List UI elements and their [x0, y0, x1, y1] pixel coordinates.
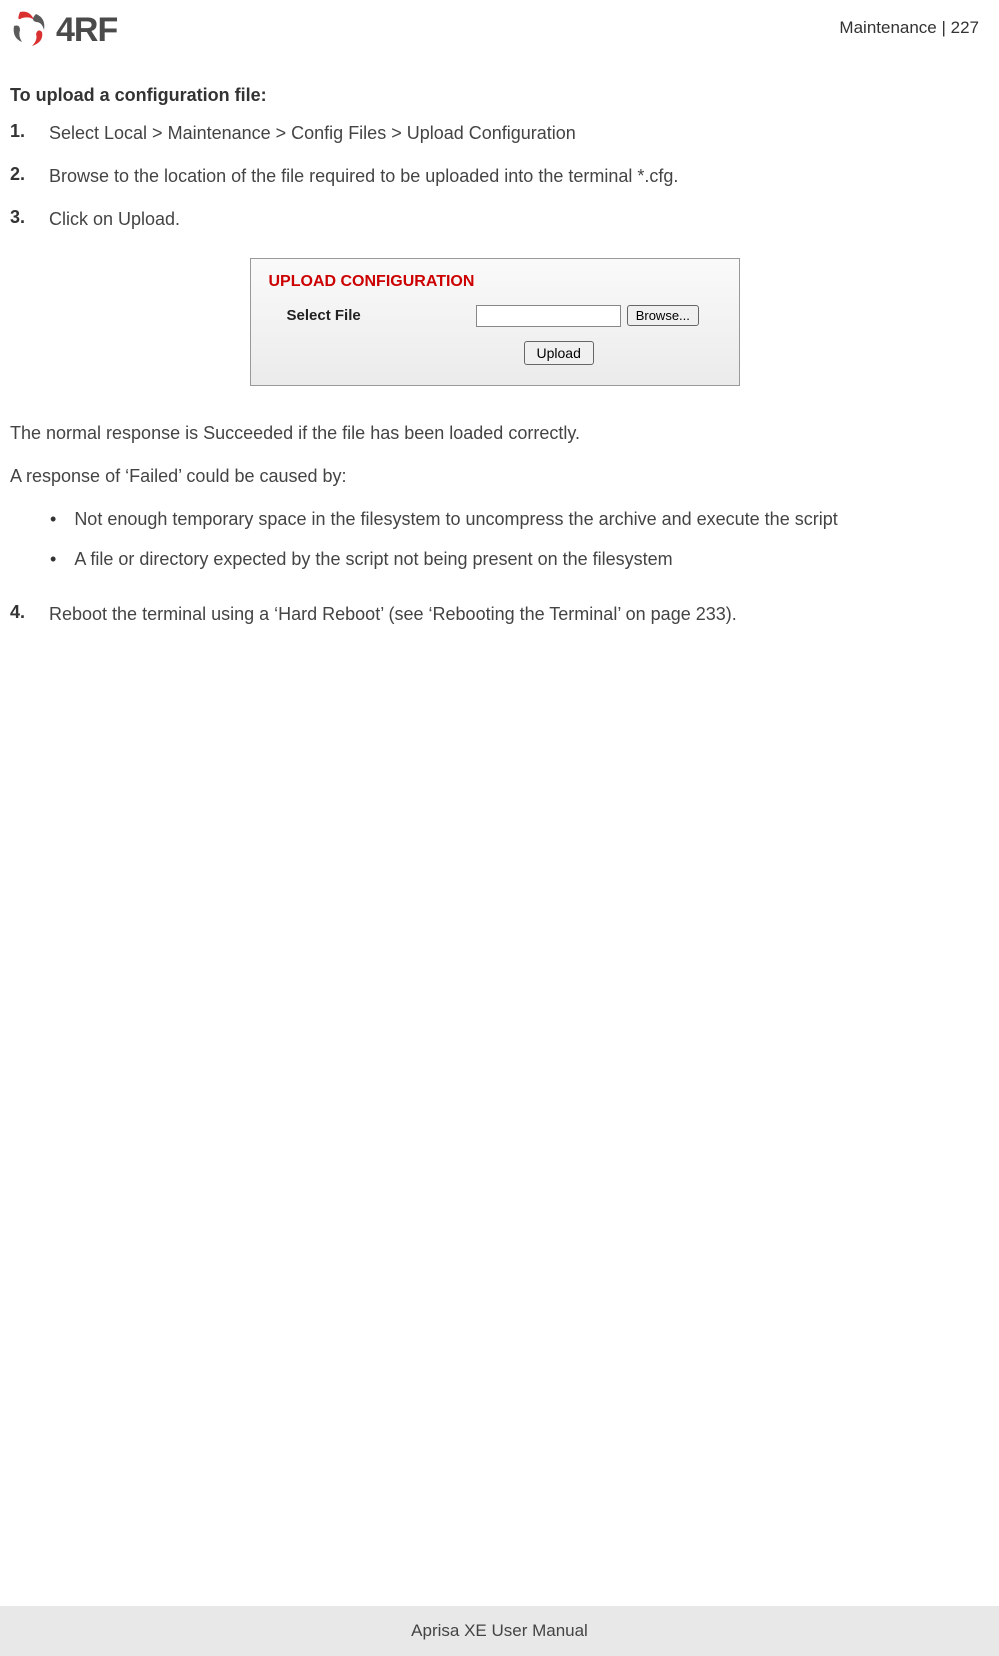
- brand-logo-text: 4RF: [56, 11, 117, 50]
- step-item: 3. Click on Upload.: [10, 207, 979, 232]
- section-title: To upload a configuration file:: [10, 85, 979, 106]
- bullet-text: A file or directory expected by the scri…: [74, 547, 672, 572]
- step-text: Click on Upload.: [49, 207, 180, 232]
- 4rf-logo-icon: [10, 10, 50, 50]
- step-text: Browse to the location of the file requi…: [49, 164, 678, 189]
- upload-panel-title: UPLOAD CONFIGURATION: [269, 273, 721, 291]
- upload-screenshot: UPLOAD CONFIGURATION Select File Browse.…: [10, 258, 979, 386]
- response-text: A response of ‘Failed’ could be caused b…: [10, 464, 979, 489]
- bullet-icon: •: [50, 507, 56, 532]
- response-text: The normal response is Succeeded if the …: [10, 421, 979, 446]
- step-number: 3.: [10, 207, 34, 232]
- bullet-icon: •: [50, 547, 56, 572]
- step-text: Reboot the terminal using a ‘Hard Reboot…: [49, 602, 737, 627]
- step-item: 2. Browse to the location of the file re…: [10, 164, 979, 189]
- list-item: • Not enough temporary space in the file…: [50, 507, 979, 532]
- browse-button[interactable]: Browse...: [627, 305, 699, 326]
- select-file-label: Select File: [287, 307, 361, 324]
- bullet-text: Not enough temporary space in the filesy…: [74, 507, 837, 532]
- step-item: 1. Select Local > Maintenance > Config F…: [10, 121, 979, 146]
- page-footer: Aprisa XE User Manual: [0, 1606, 999, 1656]
- step-number: 1.: [10, 121, 34, 146]
- page-header: 4RF Maintenance | 227: [10, 10, 979, 50]
- step-item: 4. Reboot the terminal using a ‘Hard Reb…: [10, 602, 979, 627]
- list-item: • A file or directory expected by the sc…: [50, 547, 979, 572]
- failure-reasons-list: • Not enough temporary space in the file…: [50, 507, 979, 572]
- step-number: 4.: [10, 602, 34, 627]
- upload-panel: UPLOAD CONFIGURATION Select File Browse.…: [250, 258, 740, 386]
- brand-logo: 4RF: [10, 10, 117, 50]
- step-text: Select Local > Maintenance > Config File…: [49, 121, 576, 146]
- page-reference: Maintenance | 227: [839, 18, 979, 38]
- footer-text: Aprisa XE User Manual: [411, 1621, 588, 1641]
- file-input[interactable]: [476, 305, 621, 327]
- upload-button[interactable]: Upload: [524, 341, 594, 365]
- step-number: 2.: [10, 164, 34, 189]
